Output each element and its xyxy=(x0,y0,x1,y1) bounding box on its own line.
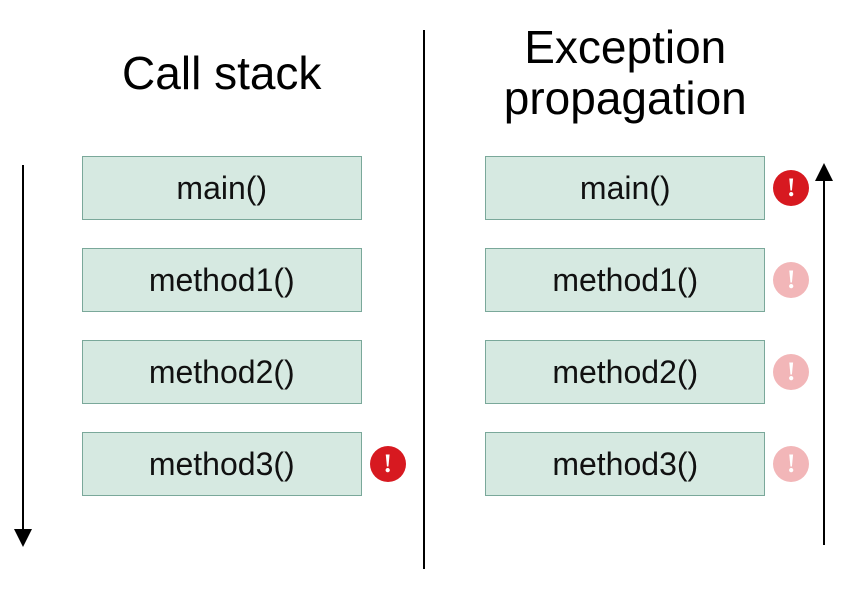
stack-frame: method3() xyxy=(485,432,765,496)
stack-frame-row: method2() xyxy=(82,340,362,404)
frame-label: method2() xyxy=(552,354,698,391)
call-stack-frames: main() method1() method2() method3() ! xyxy=(82,156,362,496)
frame-label: method1() xyxy=(552,262,698,299)
frame-label: method3() xyxy=(149,446,295,483)
exception-badge-icon: ! xyxy=(773,170,809,206)
stack-frame-row: method2() ! xyxy=(485,340,765,404)
badge-glyph: ! xyxy=(787,449,796,479)
exception-badge-icon: ! xyxy=(773,446,809,482)
exception-propagation-panel: Exception propagation main() ! method1()… xyxy=(424,0,847,589)
propagation-frames: main() ! method1() ! method2() ! method3… xyxy=(485,156,765,496)
call-stack-panel: Call stack main() method1() method2() me… xyxy=(0,0,424,589)
frame-label: method2() xyxy=(149,354,295,391)
call-stack-arrow-down xyxy=(22,165,24,545)
exception-badge-icon: ! xyxy=(370,446,406,482)
stack-frame: method1() xyxy=(485,248,765,312)
badge-glyph: ! xyxy=(787,173,796,203)
diagram-container: Call stack main() method1() method2() me… xyxy=(0,0,847,589)
propagation-arrow-up xyxy=(823,165,825,545)
exception-propagation-title: Exception propagation xyxy=(434,18,818,128)
stack-frame-row: method3() ! xyxy=(485,432,765,496)
badge-glyph: ! xyxy=(787,357,796,387)
stack-frame-row: method1() xyxy=(82,248,362,312)
stack-frame: main() xyxy=(82,156,362,220)
stack-frame-row: method3() ! xyxy=(82,432,362,496)
stack-frame: method1() xyxy=(82,248,362,312)
stack-frame: method3() xyxy=(82,432,362,496)
badge-glyph: ! xyxy=(383,449,392,479)
frame-label: method1() xyxy=(149,262,295,299)
stack-frame-row: main() ! xyxy=(485,156,765,220)
exception-badge-icon: ! xyxy=(773,354,809,390)
stack-frame: method2() xyxy=(82,340,362,404)
stack-frame: main() xyxy=(485,156,765,220)
stack-frame: method2() xyxy=(485,340,765,404)
exception-badge-icon: ! xyxy=(773,262,809,298)
stack-frame-row: method1() ! xyxy=(485,248,765,312)
frame-label: main() xyxy=(176,170,267,207)
stack-frame-row: main() xyxy=(82,156,362,220)
call-stack-title: Call stack xyxy=(122,18,321,128)
frame-label: main() xyxy=(580,170,671,207)
frame-label: method3() xyxy=(552,446,698,483)
badge-glyph: ! xyxy=(787,265,796,295)
